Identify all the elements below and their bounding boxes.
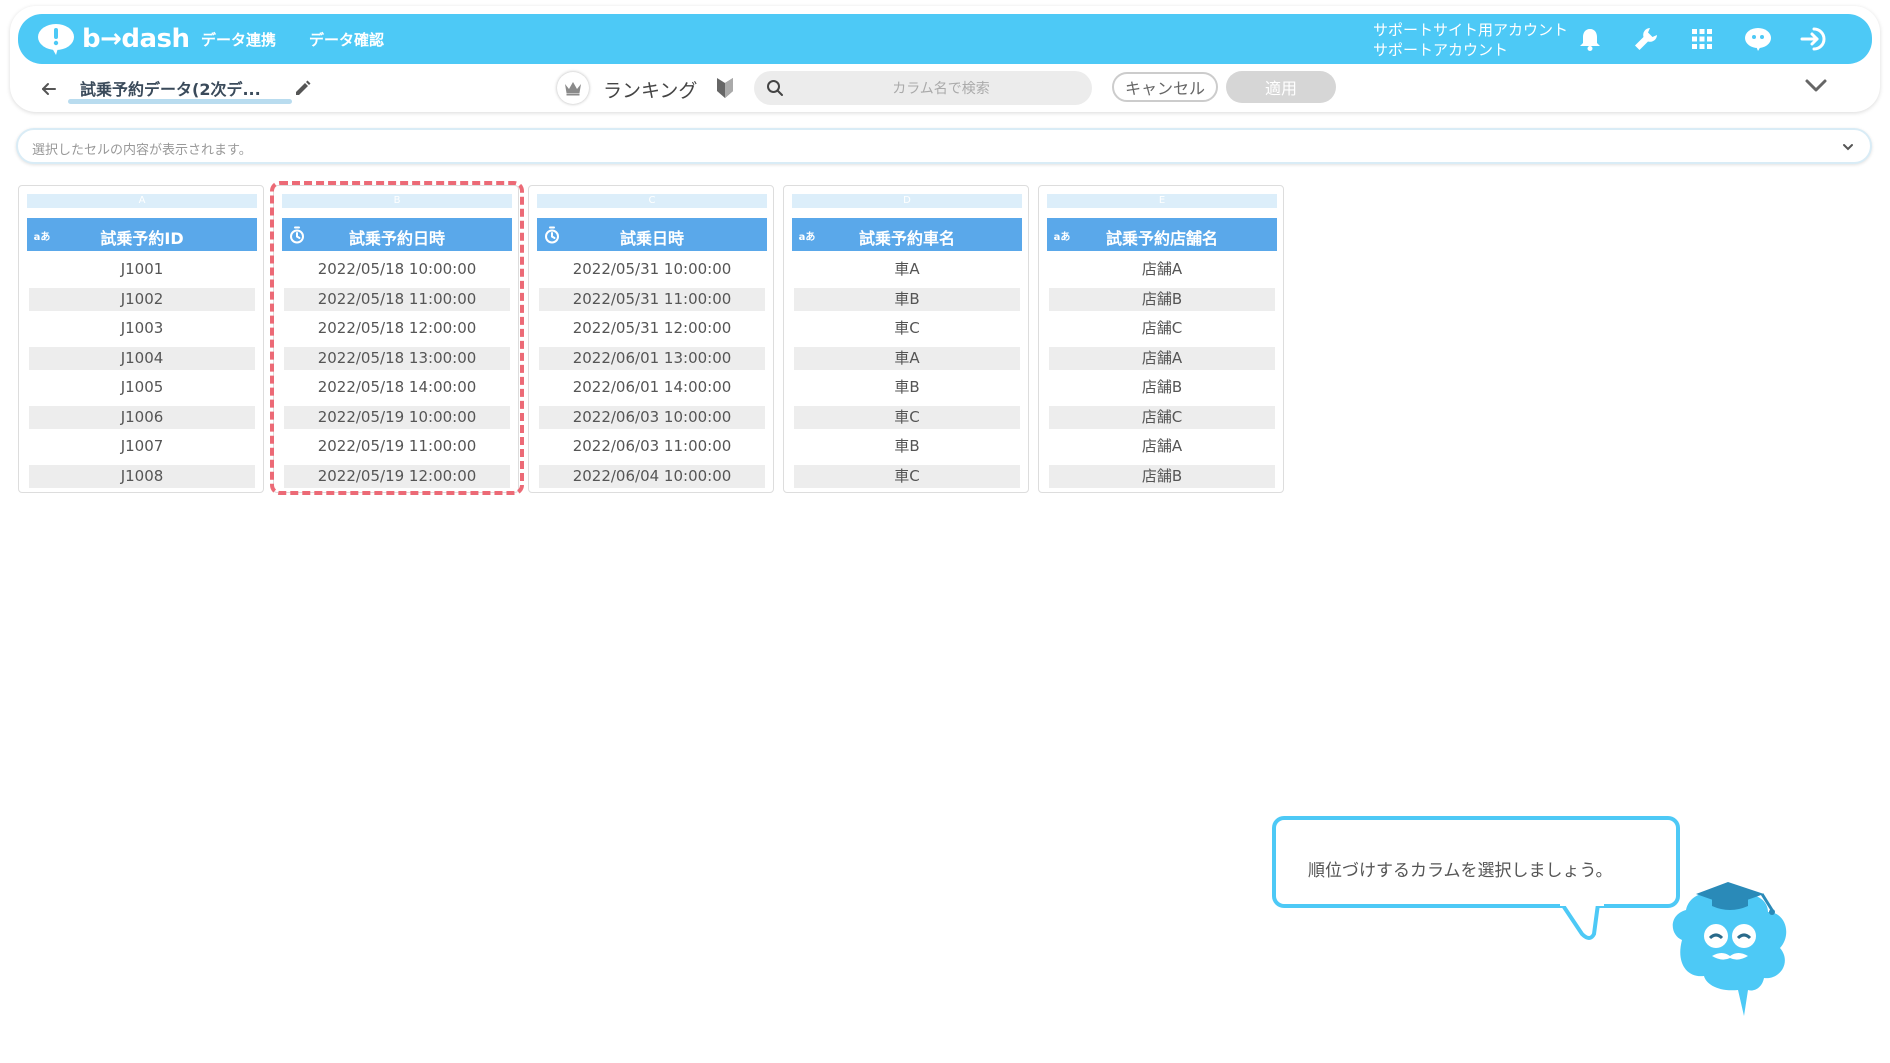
table-cell[interactable]: 店舗B [1049, 376, 1275, 399]
column-letter: A [27, 194, 257, 208]
table-cell[interactable]: 2022/06/03 10:00:00 [539, 405, 765, 429]
column-letter: B [282, 194, 512, 208]
table-cell[interactable]: 店舗B [1049, 464, 1275, 488]
data-column[interactable]: Eaあ 試乗予約店舗名店舗A 店舗B 店舗C 店舗A 店舗B 店舗C 店舗A 店舗B [1038, 185, 1284, 493]
tutorial-bubble: 順位づけするカラムを選択しましょう。 [1272, 816, 1680, 908]
dataset-name-underline [68, 99, 292, 104]
table-cell[interactable]: 店舗C [1049, 317, 1275, 340]
column-header[interactable]: aあ 試乗予約店舗名 [1047, 218, 1277, 251]
beginner-mark-icon[interactable] [714, 76, 736, 100]
table-cell[interactable]: 2022/05/18 12:00:00 [284, 317, 510, 340]
chevron-down-icon[interactable] [1803, 76, 1829, 96]
logo-text: b→dash [82, 24, 190, 54]
column-letter: C [537, 194, 767, 208]
table-cell[interactable]: 2022/05/31 11:00:00 [539, 287, 765, 311]
table-cell[interactable]: J1002 [29, 287, 255, 311]
table-cell[interactable]: 車B [794, 435, 1020, 458]
data-column[interactable]: C 試乗日時 2022/05/31 10:00:00 2022/05/31 11:00… [528, 185, 774, 493]
search-input[interactable] [794, 71, 1088, 107]
mascot-help-icon[interactable] [1743, 24, 1773, 54]
account-name: サポートアカウント [1373, 41, 1509, 59]
table-cell[interactable]: 2022/05/19 10:00:00 [284, 405, 510, 429]
column-name: 試乗予約ID [100, 229, 184, 248]
account-info[interactable]: サポートサイト用アカウント サポートアカウント [1373, 20, 1568, 60]
table-cell[interactable]: 2022/06/01 14:00:00 [539, 376, 765, 399]
column-header[interactable]: aあ 試乗予約車名 [792, 218, 1022, 251]
tutorial-message: 順位づけするカラムを選択しましょう。 [1308, 861, 1613, 881]
column-name: 試乗予約店舗名 [1105, 229, 1218, 248]
table-cell[interactable]: J1001 [29, 258, 255, 281]
data-column[interactable]: B 試乗予約日時 2022/05/18 10:00:00 2022/05/18 11:… [273, 185, 519, 493]
table-cell[interactable]: J1008 [29, 464, 255, 488]
table-cell[interactable]: 車A [794, 346, 1020, 370]
mode-title: ランキング [603, 80, 698, 102]
cell-content-placeholder: 選択したセルの内容が表示されます。 [32, 143, 252, 158]
apps-grid-icon[interactable] [1687, 24, 1717, 54]
table-cell[interactable]: 2022/05/31 12:00:00 [539, 317, 765, 340]
table-cell[interactable]: J1006 [29, 405, 255, 429]
column-name: 試乗予約車名 [858, 229, 955, 248]
table-cell[interactable]: 2022/06/03 11:00:00 [539, 435, 765, 458]
nav-data-link[interactable]: データ連携 [201, 14, 276, 64]
column-letter: D [792, 194, 1022, 208]
table-cell[interactable]: 店舗A [1049, 346, 1275, 370]
column-header[interactable]: 試乗予約日時 [282, 218, 512, 251]
wrench-icon[interactable] [1631, 24, 1661, 54]
table-cell[interactable]: 店舗A [1049, 258, 1275, 281]
table-cell[interactable]: 店舗B [1049, 287, 1275, 311]
cell-content-bar[interactable]: 選択したセルの内容が表示されます。 [16, 128, 1872, 164]
table-cell[interactable]: 店舗C [1049, 405, 1275, 429]
table-cell[interactable]: 店舗A [1049, 435, 1275, 458]
bell-icon[interactable] [1575, 24, 1605, 54]
search-icon [767, 80, 783, 96]
table-cell[interactable]: J1004 [29, 346, 255, 370]
table-cell[interactable]: 車C [794, 464, 1020, 488]
pencil-icon[interactable] [293, 78, 313, 98]
nav-data-check[interactable]: データ確認 [309, 14, 384, 64]
table-cell[interactable]: 車B [794, 376, 1020, 399]
dataset-name[interactable]: 試乗予約データ(2次デ... [80, 76, 261, 100]
crown-icon [565, 82, 581, 96]
table-cell[interactable]: 車B [794, 287, 1020, 311]
data-column[interactable]: Aaあ 試乗予約ID J1001 J1002 J1003 J1004 J1005 J1006 J… [18, 185, 264, 493]
table-cell[interactable]: 車C [794, 317, 1020, 340]
table-cell[interactable]: 2022/05/18 10:00:00 [284, 258, 510, 281]
column-name: 試乗日時 [619, 229, 684, 248]
column-letter: E [1047, 194, 1277, 208]
apply-button[interactable]: 適用 [1226, 71, 1336, 103]
table-cell[interactable]: 2022/05/19 12:00:00 [284, 464, 510, 488]
expand-chevron-icon[interactable] [1840, 139, 1856, 155]
cancel-button[interactable]: キャンセル [1112, 72, 1218, 102]
app-logo[interactable]: b→dash [36, 22, 190, 56]
table-cell[interactable]: 2022/05/18 13:00:00 [284, 346, 510, 370]
table-cell[interactable]: 2022/05/19 11:00:00 [284, 435, 510, 458]
top-header: b→dash データ連携 データ確認 サポートサイト用アカウント サポートアカウ… [18, 14, 1872, 64]
table-cell[interactable]: 車C [794, 405, 1020, 429]
logo-mark-icon [38, 24, 74, 55]
account-site-label: サポートサイト用アカウント [1373, 21, 1569, 39]
back-arrow-icon[interactable] [38, 78, 60, 100]
mascot-icon [1672, 882, 1787, 1016]
table-cell[interactable]: 車A [794, 258, 1020, 281]
column-name: 試乗予約日時 [348, 229, 445, 248]
data-column[interactable]: Daあ 試乗予約車名車A 車B 車C 車A 車B 車C 車B 車C [783, 185, 1029, 493]
column-header[interactable]: aあ 試乗予約ID [27, 218, 257, 251]
logout-icon[interactable] [1799, 24, 1829, 54]
table-cell[interactable]: 2022/06/01 13:00:00 [539, 346, 765, 370]
table-cell[interactable]: J1007 [29, 435, 255, 458]
table-cell[interactable]: 2022/06/04 10:00:00 [539, 464, 765, 488]
column-search[interactable] [754, 71, 1092, 107]
bubble-tail-icon [1560, 904, 1604, 940]
ranking-crown-button[interactable] [557, 72, 589, 104]
table-cell[interactable]: 2022/05/18 14:00:00 [284, 376, 510, 399]
column-header[interactable]: 試乗日時 [537, 218, 767, 251]
table-cell[interactable]: 2022/05/31 10:00:00 [539, 258, 765, 281]
table-cell[interactable]: 2022/05/18 11:00:00 [284, 287, 510, 311]
table-cell[interactable]: J1003 [29, 317, 255, 340]
table-cell[interactable]: J1005 [29, 376, 255, 399]
